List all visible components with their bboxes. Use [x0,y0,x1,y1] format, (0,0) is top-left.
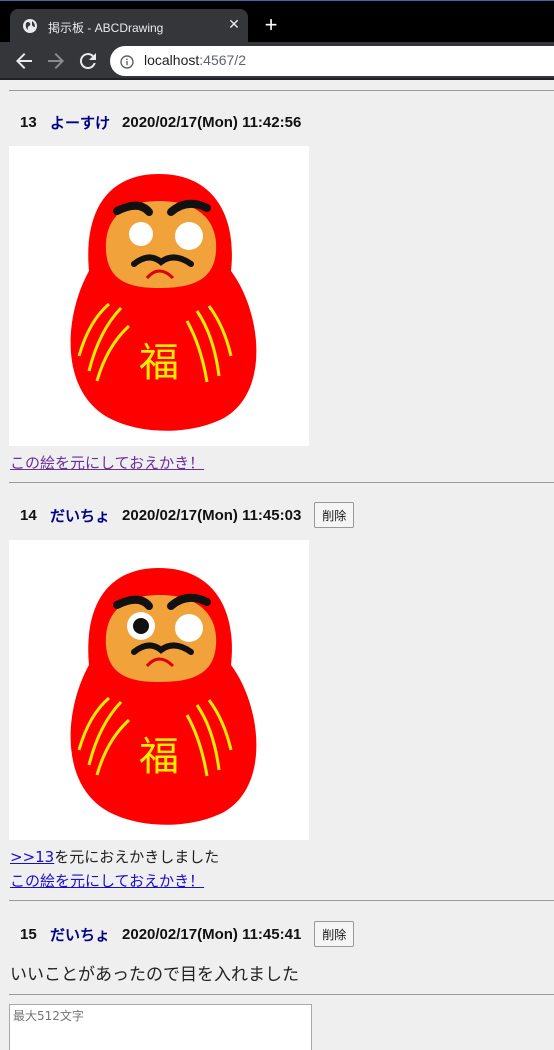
divider [9,482,554,483]
browser-tab[interactable]: 掲示板 - ABCDrawing ✕ [10,9,248,43]
post-author: だいちょ [50,926,111,944]
post-author: だいちょ [50,507,111,525]
reference-text: を元におえかきしました [54,848,220,866]
fortune-glyph: 福 [139,340,179,386]
post-header: 13 よーすけ 2020/02/17(Mon) 11:42:56 [20,110,301,134]
post-drawing: 福 [9,146,309,446]
board-content: 13 よーすけ 2020/02/17(Mon) 11:42:56 福 この絵を元… [0,80,554,1050]
daruma-drawing: 福 [70,568,257,825]
post-number: 13 [20,113,37,131]
back-arrow-icon[interactable] [12,49,36,73]
delete-button[interactable]: 削除 [314,502,355,528]
url-host: localhost [144,52,200,68]
post-number: 14 [20,506,37,524]
divider [9,994,554,995]
divider [9,90,554,91]
divider [9,900,554,901]
remix-link[interactable]: この絵を元にしておえかき！ [10,452,204,473]
url-path: :4567/2 [199,52,246,68]
fortune-glyph: 福 [139,734,179,780]
info-icon[interactable] [120,54,134,69]
delete-button[interactable]: 削除 [314,921,355,947]
remix-link[interactable]: この絵を元にしておえかき！ [10,870,204,891]
reference-link[interactable]: >>13 [10,848,54,866]
post-header: 15 だいちょ 2020/02/17(Mon) 11:45:41 削除 [20,921,355,947]
close-icon[interactable]: ✕ [226,17,242,33]
post-number: 15 [20,925,37,943]
address-bar[interactable]: localhost:4567/2 [110,46,554,76]
post-header: 14 だいちょ 2020/02/17(Mon) 11:45:03 削除 [20,502,355,528]
new-tab-icon[interactable]: + [260,14,282,36]
url-text: localhost:4567/2 [144,52,246,68]
reload-icon[interactable] [76,49,100,73]
browser-toolbar: localhost:4567/2 [0,42,554,80]
post-date: 2020/02/17(Mon) 11:42:56 [122,113,302,131]
post-date: 2020/02/17(Mon) 11:45:03 [122,506,302,524]
daruma-drawing: 福 [70,174,257,431]
post-date: 2020/02/17(Mon) 11:45:41 [122,925,302,943]
forward-arrow-icon[interactable] [44,49,68,73]
browser-tab-bar: 掲示板 - ABCDrawing ✕ + [0,0,554,43]
tab-title: 掲示板 - ABCDrawing [48,21,164,35]
comment-textarea[interactable]: 最大512文字 [9,1004,312,1050]
post-message: いいことがあったので目を入れました [10,965,299,985]
post-drawing: 福 [9,540,309,840]
reference-note: >>13を元におえかきしました [10,846,219,867]
globe-icon [22,18,38,34]
post-author: よーすけ [50,114,111,132]
